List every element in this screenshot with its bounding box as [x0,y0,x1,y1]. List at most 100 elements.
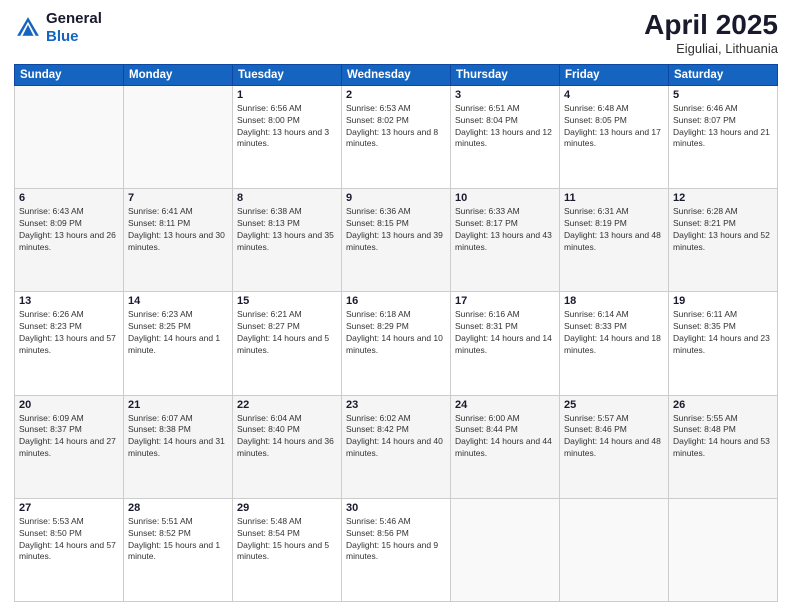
day-number: 17 [455,295,555,307]
day-number: 8 [237,192,337,204]
day-number: 3 [455,89,555,101]
day-info: Sunrise: 6:41 AMSunset: 8:11 PMDaylight:… [128,206,228,254]
day-number: 22 [237,399,337,411]
calendar-cell-w4-d5: 24 Sunrise: 6:00 AMSunset: 8:44 PMDayligh… [451,395,560,498]
calendar-cell-w5-d3: 29 Sunrise: 5:48 AMSunset: 8:54 PMDayligh… [233,498,342,601]
calendar-cell-w3-d7: 19Sunrise: 6:11 AMSunset: 8:35 PMDayligh… [669,292,778,395]
calendar-cell-w1-d7: 5Sunrise: 6:46 AMSunset: 8:07 PMDaylight… [669,85,778,188]
header-wednesday: Wednesday [342,64,451,85]
calendar-cell-w4-d3: 22 Sunrise: 6:04 AMSunset: 8:40 PMDayligh… [233,395,342,498]
calendar-cell-w4-d7: 26Sunrise: 5:55 AMSunset: 8:48 PMDayligh… [669,395,778,498]
calendar-cell-w1-d3: 1 Sunrise: 6:56 AMSunset: 8:00 PMDaylight… [233,85,342,188]
day-info: Sunrise: 6:00 AMSunset: 8:44 PMDaylight:… [455,413,555,461]
calendar-week-5: 27Sunrise: 5:53 AMSunset: 8:50 PMDayligh… [15,498,778,601]
title-block: April 2025 Eiguliai, Lithuania [644,10,778,56]
calendar-cell-w2-d1: 6 Sunrise: 6:43 AMSunset: 8:09 PMDaylight… [15,189,124,292]
day-info: Sunrise: 6:09 AMSunset: 8:37 PMDaylight:… [19,413,119,461]
day-number: 16 [346,295,446,307]
calendar-cell-w1-d2 [124,85,233,188]
calendar-cell-w2-d3: 8 Sunrise: 6:38 AMSunset: 8:13 PMDaylight… [233,189,342,292]
calendar-cell-w5-d1: 27Sunrise: 5:53 AMSunset: 8:50 PMDayligh… [15,498,124,601]
calendar-cell-w1-d1 [15,85,124,188]
day-info: Sunrise: 6:51 AMSunset: 8:04 PMDaylight:… [455,103,555,151]
day-info: Sunrise: 6:48 AMSunset: 8:05 PMDaylight:… [564,103,664,151]
day-info: Sunrise: 6:02 AMSunset: 8:42 PMDaylight:… [346,413,446,461]
calendar-cell-w5-d4: 30Sunrise: 5:46 AMSunset: 8:56 PMDayligh… [342,498,451,601]
calendar-cell-w2-d2: 7 Sunrise: 6:41 AMSunset: 8:11 PMDaylight… [124,189,233,292]
calendar-cell-w2-d6: 11 Sunrise: 6:31 AMSunset: 8:19 PMDayligh… [560,189,669,292]
calendar-cell-w5-d5 [451,498,560,601]
day-info: Sunrise: 5:48 AMSunset: 8:54 PMDaylight:… [237,516,337,564]
calendar-cell-w4-d6: 25 Sunrise: 5:57 AMSunset: 8:46 PMDayligh… [560,395,669,498]
calendar-table: Sunday Monday Tuesday Wednesday Thursday… [14,64,778,602]
header-thursday: Thursday [451,64,560,85]
calendar-cell-w3-d4: 16 Sunrise: 6:18 AMSunset: 8:29 PMDayligh… [342,292,451,395]
header-monday: Monday [124,64,233,85]
day-number: 6 [19,192,119,204]
day-info: Sunrise: 6:23 AMSunset: 8:25 PMDaylight:… [128,309,228,357]
day-number: 5 [673,89,773,101]
day-number: 20 [19,399,119,411]
day-number: 25 [564,399,664,411]
day-number: 30 [346,502,446,514]
day-number: 26 [673,399,773,411]
header-saturday: Saturday [669,64,778,85]
day-number: 27 [19,502,119,514]
logo: General Blue [14,10,102,46]
day-number: 15 [237,295,337,307]
calendar-cell-w5-d6 [560,498,669,601]
header: General Blue April 2025 Eiguliai, Lithua… [14,10,778,56]
day-number: 1 [237,89,337,101]
calendar-cell-w4-d2: 21Sunrise: 6:07 AMSunset: 8:38 PMDayligh… [124,395,233,498]
calendar-cell-w3-d3: 15 Sunrise: 6:21 AMSunset: 8:27 PMDayligh… [233,292,342,395]
day-number: 2 [346,89,446,101]
header-friday: Friday [560,64,669,85]
day-number: 10 [455,192,555,204]
day-info: Sunrise: 6:56 AMSunset: 8:00 PMDaylight:… [237,103,337,151]
day-info: Sunrise: 6:04 AMSunset: 8:40 PMDaylight:… [237,413,337,461]
day-number: 19 [673,295,773,307]
logo-icon [14,14,42,42]
day-number: 18 [564,295,664,307]
calendar-cell-w5-d7 [669,498,778,601]
calendar-cell-w3-d5: 17Sunrise: 6:16 AMSunset: 8:31 PMDayligh… [451,292,560,395]
calendar-cell-w4-d4: 23Sunrise: 6:02 AMSunset: 8:42 PMDayligh… [342,395,451,498]
calendar-cell-w2-d5: 10 Sunrise: 6:33 AMSunset: 8:17 PMDayligh… [451,189,560,292]
day-info: Sunrise: 6:53 AMSunset: 8:02 PMDaylight:… [346,103,446,151]
calendar-week-2: 6 Sunrise: 6:43 AMSunset: 8:09 PMDaylight… [15,189,778,292]
calendar-week-3: 13Sunrise: 6:26 AMSunset: 8:23 PMDayligh… [15,292,778,395]
day-info: Sunrise: 6:21 AMSunset: 8:27 PMDaylight:… [237,309,337,357]
day-number: 11 [564,192,664,204]
calendar-cell-w5-d2: 28 Sunrise: 5:51 AMSunset: 8:52 PMDayligh… [124,498,233,601]
day-number: 29 [237,502,337,514]
day-number: 9 [346,192,446,204]
header-sunday: Sunday [15,64,124,85]
day-info: Sunrise: 6:18 AMSunset: 8:29 PMDaylight:… [346,309,446,357]
weekday-header-row: Sunday Monday Tuesday Wednesday Thursday… [15,64,778,85]
calendar-week-1: 1 Sunrise: 6:56 AMSunset: 8:00 PMDaylight… [15,85,778,188]
day-info: Sunrise: 6:43 AMSunset: 8:09 PMDaylight:… [19,206,119,254]
day-info: Sunrise: 6:38 AMSunset: 8:13 PMDaylight:… [237,206,337,254]
day-info: Sunrise: 6:36 AMSunset: 8:15 PMDaylight:… [346,206,446,254]
day-info: Sunrise: 5:57 AMSunset: 8:46 PMDaylight:… [564,413,664,461]
calendar-cell-w1-d5: 3 Sunrise: 6:51 AMSunset: 8:04 PMDaylight… [451,85,560,188]
calendar-week-4: 20 Sunrise: 6:09 AMSunset: 8:37 PMDayligh… [15,395,778,498]
logo-text: General Blue [46,10,102,46]
calendar-cell-w2-d4: 9 Sunrise: 6:36 AMSunset: 8:15 PMDaylight… [342,189,451,292]
day-info: Sunrise: 5:51 AMSunset: 8:52 PMDaylight:… [128,516,228,564]
calendar-cell-w4-d1: 20 Sunrise: 6:09 AMSunset: 8:37 PMDayligh… [15,395,124,498]
header-tuesday: Tuesday [233,64,342,85]
day-number: 4 [564,89,664,101]
day-info: Sunrise: 6:31 AMSunset: 8:19 PMDaylight:… [564,206,664,254]
day-number: 24 [455,399,555,411]
day-number: 12 [673,192,773,204]
day-info: Sunrise: 6:07 AMSunset: 8:38 PMDaylight:… [128,413,228,461]
calendar-cell-w3-d6: 18Sunrise: 6:14 AMSunset: 8:33 PMDayligh… [560,292,669,395]
calendar-cell-w1-d4: 2 Sunrise: 6:53 AMSunset: 8:02 PMDaylight… [342,85,451,188]
day-number: 28 [128,502,228,514]
calendar-cell-w1-d6: 4 Sunrise: 6:48 AMSunset: 8:05 PMDaylight… [560,85,669,188]
calendar-cell-w2-d7: 12 Sunrise: 6:28 AMSunset: 8:21 PMDayligh… [669,189,778,292]
day-number: 7 [128,192,228,204]
day-info: Sunrise: 6:28 AMSunset: 8:21 PMDaylight:… [673,206,773,254]
day-info: Sunrise: 6:33 AMSunset: 8:17 PMDaylight:… [455,206,555,254]
